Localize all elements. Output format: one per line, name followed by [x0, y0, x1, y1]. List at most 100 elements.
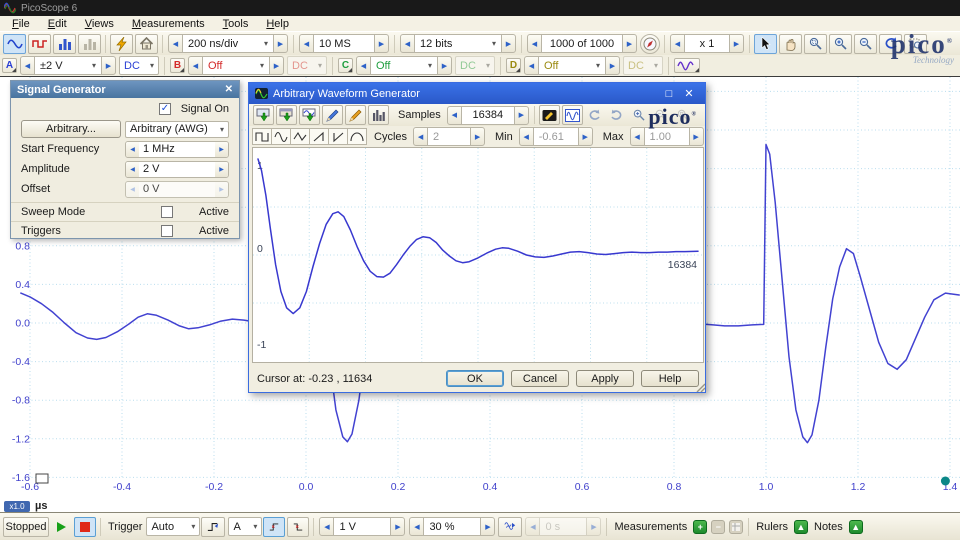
buffer-overview-button[interactable]	[640, 34, 660, 54]
menu-item-views[interactable]: Views	[76, 18, 123, 30]
channel-B-options-button[interactable]: B	[170, 58, 185, 73]
min-decrement[interactable]: ◀	[519, 127, 534, 146]
awg-titlebar[interactable]: Arbitrary Waveform Generator □ ✕	[249, 83, 705, 104]
redo-button[interactable]	[607, 105, 627, 125]
decrement-button[interactable]: ◀	[126, 162, 139, 177]
min-increment[interactable]: ▶	[578, 127, 593, 146]
timebase-select[interactable]: 200 ns/div▾	[183, 34, 273, 53]
persistence-view-button[interactable]	[28, 34, 51, 54]
pretrigger-decrement[interactable]: ◀	[409, 517, 424, 536]
alternate-view-button[interactable]	[78, 34, 101, 54]
cycles-increment[interactable]: ▶	[470, 127, 485, 146]
resize-grip[interactable]	[696, 383, 706, 393]
amplitude-value[interactable]: 2 V	[139, 163, 215, 175]
channel-C-coupling-select[interactable]: DC▾	[455, 56, 495, 75]
rapid-time-decrement[interactable]: ◀	[525, 517, 540, 536]
increment-button[interactable]: ▶	[215, 142, 228, 157]
square-wave-shape-button[interactable]	[252, 128, 272, 145]
channel-A-range-prev[interactable]: ◀	[20, 56, 35, 75]
start-capture-button[interactable]	[51, 517, 72, 537]
import-channel-button[interactable]	[299, 105, 320, 125]
channel-C-range-next[interactable]: ▶	[437, 56, 452, 75]
close-icon[interactable]: ✕	[225, 84, 233, 95]
ramp-down-shape-button[interactable]	[328, 128, 348, 145]
offset-value[interactable]: 0 V	[139, 183, 215, 195]
cycles-decrement[interactable]: ◀	[413, 127, 428, 146]
halfsine-shape-button[interactable]	[347, 128, 367, 145]
zoom-factor-field[interactable]: x 1	[685, 34, 729, 53]
samples-next-button[interactable]: ▶	[374, 34, 389, 53]
zoom-window-tool-button[interactable]	[804, 34, 827, 54]
channel-D-coupling-select[interactable]: DC▾	[623, 56, 663, 75]
sweep-mode-checkbox[interactable]	[161, 206, 173, 218]
sine-wave-shape-button[interactable]	[271, 128, 291, 145]
decrement-button[interactable]: ◀	[126, 182, 139, 197]
decrement-button[interactable]: ◀	[126, 142, 139, 157]
channel-B-coupling-select[interactable]: DC▾	[287, 56, 327, 75]
rulers-toggle-button[interactable]: ▲	[794, 520, 808, 534]
trigger-source-select[interactable]: A▾	[228, 517, 262, 536]
menu-item-measurements[interactable]: Measurements	[123, 18, 214, 30]
notes-toggle-button[interactable]: ▲	[849, 520, 863, 534]
line-draw-button[interactable]	[322, 105, 343, 125]
rising-edge-button[interactable]	[263, 517, 285, 537]
menu-item-file[interactable]: File	[3, 18, 39, 30]
zoom-out-tool-button[interactable]	[854, 34, 877, 54]
channel-C-options-button[interactable]: C	[338, 58, 353, 73]
menu-item-edit[interactable]: Edit	[39, 18, 76, 30]
sample-count-field[interactable]: 10 MS	[314, 34, 374, 53]
sample-bars-button[interactable]	[368, 105, 389, 125]
threshold-decrement[interactable]: ◀	[319, 517, 334, 536]
buffer-prev-button[interactable]: ◀	[527, 34, 542, 53]
remove-measurement-button[interactable]: −	[711, 520, 725, 534]
pointer-tool-button[interactable]	[754, 34, 777, 54]
scope-view-button[interactable]	[3, 34, 26, 54]
signal-generator-titlebar[interactable]: Signal Generator ✕	[11, 81, 239, 98]
import-library-button[interactable]	[276, 105, 297, 125]
resolution-select[interactable]: 12 bits▾	[415, 34, 501, 53]
channel-D-range-next[interactable]: ▶	[605, 56, 620, 75]
cancel-button[interactable]: Cancel	[511, 370, 569, 387]
channel-B-range-prev[interactable]: ◀	[188, 56, 203, 75]
zoom-in-tool-button[interactable]	[829, 34, 852, 54]
add-measurement-button[interactable]: +	[693, 520, 707, 534]
stop-capture-button[interactable]	[74, 517, 96, 537]
samples-prev-button[interactable]: ◀	[299, 34, 314, 53]
smooth-waveform-button[interactable]	[562, 105, 583, 125]
max-decrement[interactable]: ◀	[630, 127, 645, 146]
samples-increment[interactable]: ▶	[514, 106, 529, 125]
increment-button[interactable]: ▶	[215, 182, 228, 197]
timebase-prev-button[interactable]: ◀	[168, 34, 183, 53]
ramp-up-shape-button[interactable]	[309, 128, 329, 145]
window-titlebar[interactable]: PicoScope 6	[0, 0, 960, 16]
triggers-checkbox[interactable]	[161, 225, 173, 237]
bitstream-editor-button[interactable]	[539, 105, 560, 125]
rapid-time-field[interactable]: 0 s	[540, 517, 586, 536]
cycles-field[interactable]: 2	[428, 127, 470, 146]
math-channels-button[interactable]	[674, 58, 700, 73]
increment-button[interactable]: ▶	[215, 162, 228, 177]
advanced-trigger-button[interactable]	[201, 517, 225, 537]
import-waveform-button[interactable]	[253, 105, 274, 125]
ok-button[interactable]: OK	[446, 370, 504, 387]
timebase-next-button[interactable]: ▶	[273, 34, 288, 53]
channel-A-range-select[interactable]: ±2 V▾	[35, 56, 101, 75]
resolution-next-button[interactable]: ▶	[501, 34, 516, 53]
home-button[interactable]	[135, 34, 158, 54]
pretrigger-field[interactable]: 30 %	[424, 517, 480, 536]
awg-zoom-in-button[interactable]	[629, 105, 649, 125]
channel-D-range-select[interactable]: Off▾	[539, 56, 605, 75]
threshold-field[interactable]: 1 V	[334, 517, 390, 536]
samples-field[interactable]: 16384	[462, 106, 514, 125]
close-icon[interactable]: ✕	[679, 87, 699, 100]
menu-item-help[interactable]: Help	[257, 18, 298, 30]
samples-decrement[interactable]: ◀	[447, 106, 462, 125]
resolution-prev-button[interactable]: ◀	[400, 34, 415, 53]
channel-A-coupling-select[interactable]: DC▾	[119, 56, 159, 75]
help-button[interactable]: Help	[641, 370, 699, 387]
trigger-mode-select[interactable]: Auto▾	[146, 517, 200, 536]
channel-B-range-next[interactable]: ▶	[269, 56, 284, 75]
axis-marker-dot[interactable]	[941, 477, 950, 486]
spectrum-view-button[interactable]	[53, 34, 76, 54]
falling-edge-button[interactable]	[287, 517, 309, 537]
